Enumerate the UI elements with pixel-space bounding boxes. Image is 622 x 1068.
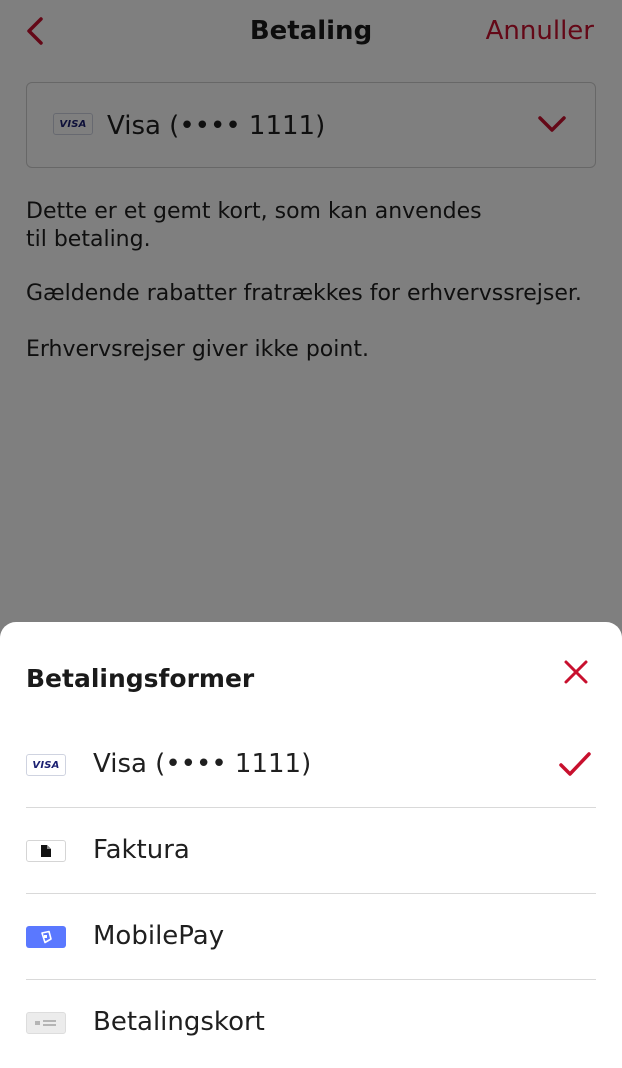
option-label: Visa (•••• 1111) [93,749,312,779]
option-mobilepay[interactable]: MobilePay [26,894,596,980]
option-visa[interactable]: VISA Visa (•••• 1111) [26,722,596,808]
sheet-title: Betalingsformer [26,664,255,693]
mobilepay-icon [26,926,66,948]
payment-methods-sheet: Betalingsformer VISA Visa (•••• 1111) Fa… [0,622,622,1068]
document-icon [26,840,66,862]
option-label: MobilePay [93,921,225,951]
option-faktura[interactable]: Faktura [26,808,596,894]
option-betalingskort[interactable]: Betalingskort [26,980,596,1066]
option-label: Faktura [93,835,190,865]
checkmark-icon [559,752,591,776]
option-label: Betalingskort [93,1007,265,1037]
generic-card-icon [26,1012,66,1034]
close-button[interactable] [560,656,592,688]
close-icon [564,660,588,684]
visa-card-icon: VISA [26,754,66,776]
